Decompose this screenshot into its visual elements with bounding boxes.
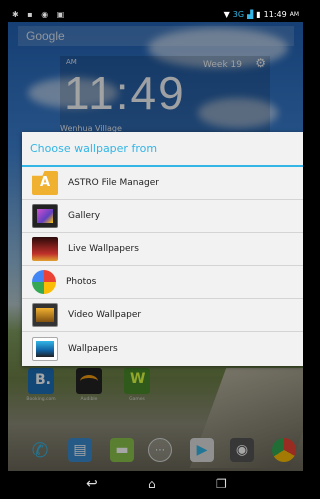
option-label: ASTRO File Manager (68, 178, 159, 188)
option-label: Gallery (68, 211, 101, 221)
home-icon[interactable]: ⌂ (148, 476, 156, 492)
option-live-wallpapers[interactable]: Live Wallpapers (22, 233, 303, 266)
navigation-bar: ↩ ⌂ ❐ (8, 471, 303, 499)
live-wallpapers-icon (32, 237, 58, 261)
wifi-icon: ▼ (223, 10, 230, 19)
network-type: 3G (232, 10, 245, 19)
dialog-title: Choose wallpaper from (30, 142, 158, 155)
status-ampm: AM (289, 11, 299, 18)
choose-wallpaper-dialog: Choose wallpaper from ASTRO File Manager… (22, 132, 303, 366)
notification-icons: ✱ ▪ ◉ ▣ (12, 10, 68, 19)
status-time: 11:49 (263, 10, 287, 19)
status-bar: ✱ ▪ ◉ ▣ ▼ 3G ▟ ▮ 11:49 AM (8, 8, 303, 22)
wallpapers-icon (32, 336, 58, 361)
astro-icon (32, 171, 58, 195)
battery-icon: ▮ (256, 10, 261, 19)
video-wallpaper-icon (32, 303, 58, 327)
option-wallpapers[interactable]: Wallpapers (22, 332, 303, 365)
option-astro-file-manager[interactable]: ASTRO File Manager (22, 167, 303, 200)
option-label: Video Wallpaper (68, 310, 142, 320)
recent-apps-icon[interactable]: ❐ (216, 476, 227, 492)
option-label: Photos (66, 277, 97, 287)
option-gallery[interactable]: Gallery (22, 200, 303, 233)
option-video-wallpaper[interactable]: Video Wallpaper (22, 299, 303, 332)
option-photos[interactable]: Photos (22, 266, 303, 299)
option-label: Live Wallpapers (68, 244, 139, 254)
gallery-icon (32, 204, 58, 228)
back-icon[interactable]: ↩ (86, 476, 98, 492)
signal-icon: ▟ (247, 10, 254, 19)
option-label: Wallpapers (68, 343, 118, 354)
photos-icon (32, 270, 56, 294)
